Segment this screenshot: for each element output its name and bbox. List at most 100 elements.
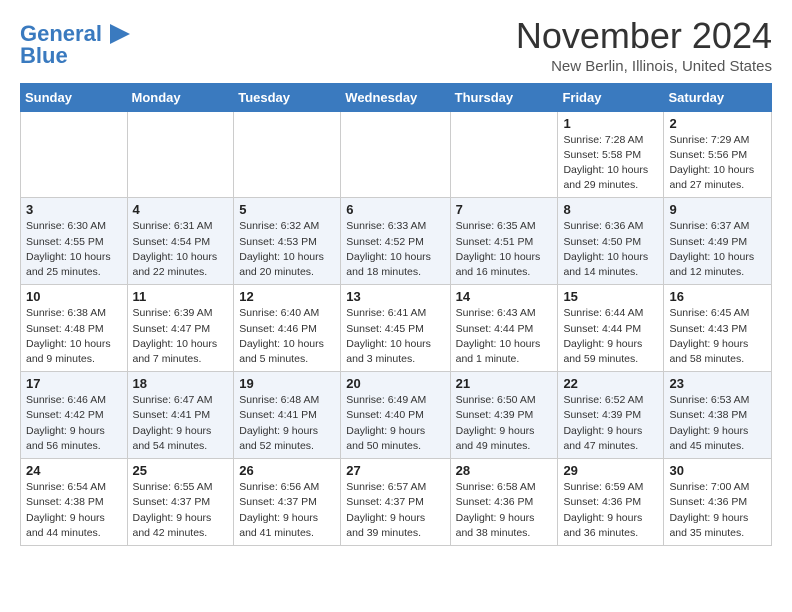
day-info: Sunrise: 7:28 AMSunset: 5:58 PMDaylight:… — [563, 133, 658, 194]
table-row: 8 Sunrise: 6:36 AMSunset: 4:50 PMDaylight… — [558, 198, 664, 285]
calendar-week-row: 10 Sunrise: 6:38 AMSunset: 4:48 PMDayligh… — [21, 285, 772, 372]
table-row: 26 Sunrise: 6:56 AMSunset: 4:37 PMDayligh… — [234, 459, 341, 546]
day-info: Sunrise: 6:38 AMSunset: 4:48 PMDaylight:… — [26, 306, 122, 367]
day-number: 14 — [456, 289, 553, 304]
day-info: Sunrise: 6:47 AMSunset: 4:41 PMDaylight:… — [133, 393, 229, 454]
day-info: Sunrise: 6:40 AMSunset: 4:46 PMDaylight:… — [239, 306, 335, 367]
day-number: 13 — [346, 289, 444, 304]
table-row: 10 Sunrise: 6:38 AMSunset: 4:48 PMDayligh… — [21, 285, 128, 372]
day-number: 7 — [456, 202, 553, 217]
day-info: Sunrise: 6:55 AMSunset: 4:37 PMDaylight:… — [133, 480, 229, 541]
day-info: Sunrise: 7:00 AMSunset: 4:36 PMDaylight:… — [669, 480, 766, 541]
calendar-week-row: 1 Sunrise: 7:28 AMSunset: 5:58 PMDaylight… — [21, 111, 772, 198]
day-info: Sunrise: 6:50 AMSunset: 4:39 PMDaylight:… — [456, 393, 553, 454]
table-row — [341, 111, 450, 198]
logo-icon — [106, 20, 134, 48]
month-title: November 2024 — [516, 16, 772, 56]
day-number: 3 — [26, 202, 122, 217]
table-row: 12 Sunrise: 6:40 AMSunset: 4:46 PMDayligh… — [234, 285, 341, 372]
day-info: Sunrise: 7:29 AMSunset: 5:56 PMDaylight:… — [669, 133, 766, 194]
day-number: 20 — [346, 376, 444, 391]
logo: General Blue — [20, 20, 134, 68]
table-row: 9 Sunrise: 6:37 AMSunset: 4:49 PMDaylight… — [664, 198, 772, 285]
day-info: Sunrise: 6:37 AMSunset: 4:49 PMDaylight:… — [669, 219, 766, 280]
day-number: 8 — [563, 202, 658, 217]
day-info: Sunrise: 6:59 AMSunset: 4:36 PMDaylight:… — [563, 480, 658, 541]
day-number: 27 — [346, 463, 444, 478]
weekday-header-row: Sunday Monday Tuesday Wednesday Thursday… — [21, 83, 772, 111]
day-info: Sunrise: 6:58 AMSunset: 4:36 PMDaylight:… — [456, 480, 553, 541]
calendar-page: General Blue November 2024 New Berlin, I… — [0, 0, 792, 562]
calendar-table: Sunday Monday Tuesday Wednesday Thursday… — [20, 83, 772, 546]
day-number: 9 — [669, 202, 766, 217]
header-friday: Friday — [558, 83, 664, 111]
day-number: 17 — [26, 376, 122, 391]
table-row: 4 Sunrise: 6:31 AMSunset: 4:54 PMDaylight… — [127, 198, 234, 285]
table-row — [127, 111, 234, 198]
day-info: Sunrise: 6:43 AMSunset: 4:44 PMDaylight:… — [456, 306, 553, 367]
table-row: 27 Sunrise: 6:57 AMSunset: 4:37 PMDayligh… — [341, 459, 450, 546]
day-number: 6 — [346, 202, 444, 217]
table-row: 25Sunrise: 6:55 AMSunset: 4:37 PMDayligh… — [127, 459, 234, 546]
header-thursday: Thursday — [450, 83, 558, 111]
table-row: 6 Sunrise: 6:33 AMSunset: 4:52 PMDaylight… — [341, 198, 450, 285]
header-wednesday: Wednesday — [341, 83, 450, 111]
day-info: Sunrise: 6:46 AMSunset: 4:42 PMDaylight:… — [26, 393, 122, 454]
table-row: 15Sunrise: 6:44 AMSunset: 4:44 PMDayligh… — [558, 285, 664, 372]
table-row: 19Sunrise: 6:48 AMSunset: 4:41 PMDayligh… — [234, 372, 341, 459]
day-info: Sunrise: 6:33 AMSunset: 4:52 PMDaylight:… — [346, 219, 444, 280]
table-row: 17 Sunrise: 6:46 AMSunset: 4:42 PMDayligh… — [21, 372, 128, 459]
day-number: 1 — [563, 116, 658, 131]
calendar-week-row: 24 Sunrise: 6:54 AMSunset: 4:38 PMDayligh… — [21, 459, 772, 546]
day-number: 24 — [26, 463, 122, 478]
table-row: 23Sunrise: 6:53 AMSunset: 4:38 PMDayligh… — [664, 372, 772, 459]
table-row: 11Sunrise: 6:39 AMSunset: 4:47 PMDayligh… — [127, 285, 234, 372]
day-info: Sunrise: 6:48 AMSunset: 4:41 PMDaylight:… — [239, 393, 335, 454]
header-sunday: Sunday — [21, 83, 128, 111]
day-info: Sunrise: 6:36 AMSunset: 4:50 PMDaylight:… — [563, 219, 658, 280]
table-row: 1 Sunrise: 7:28 AMSunset: 5:58 PMDaylight… — [558, 111, 664, 198]
day-number: 4 — [133, 202, 229, 217]
page-header: General Blue November 2024 New Berlin, I… — [20, 16, 772, 75]
table-row: 5 Sunrise: 6:32 AMSunset: 4:53 PMDaylight… — [234, 198, 341, 285]
table-row: 2Sunrise: 7:29 AMSunset: 5:56 PMDaylight… — [664, 111, 772, 198]
day-number: 26 — [239, 463, 335, 478]
logo-blue: Blue — [20, 44, 68, 68]
day-info: Sunrise: 6:57 AMSunset: 4:37 PMDaylight:… — [346, 480, 444, 541]
table-row — [234, 111, 341, 198]
day-number: 5 — [239, 202, 335, 217]
day-number: 30 — [669, 463, 766, 478]
day-number: 12 — [239, 289, 335, 304]
calendar-week-row: 3 Sunrise: 6:30 AMSunset: 4:55 PMDaylight… — [21, 198, 772, 285]
day-number: 28 — [456, 463, 553, 478]
day-number: 22 — [563, 376, 658, 391]
day-info: Sunrise: 6:54 AMSunset: 4:38 PMDaylight:… — [26, 480, 122, 541]
day-number: 23 — [669, 376, 766, 391]
table-row: 28 Sunrise: 6:58 AMSunset: 4:36 PMDayligh… — [450, 459, 558, 546]
table-row — [21, 111, 128, 198]
table-row: 18 Sunrise: 6:47 AMSunset: 4:41 PMDayligh… — [127, 372, 234, 459]
table-row: 24 Sunrise: 6:54 AMSunset: 4:38 PMDayligh… — [21, 459, 128, 546]
table-row: 22Sunrise: 6:52 AMSunset: 4:39 PMDayligh… — [558, 372, 664, 459]
table-row: 3 Sunrise: 6:30 AMSunset: 4:55 PMDaylight… — [21, 198, 128, 285]
title-block: November 2024 New Berlin, Illinois, Unit… — [516, 16, 772, 75]
day-info: Sunrise: 6:39 AMSunset: 4:47 PMDaylight:… — [133, 306, 229, 367]
table-row: 20 Sunrise: 6:49 AMSunset: 4:40 PMDayligh… — [341, 372, 450, 459]
table-row: 7Sunrise: 6:35 AMSunset: 4:51 PMDaylight… — [450, 198, 558, 285]
day-info: Sunrise: 6:32 AMSunset: 4:53 PMDaylight:… — [239, 219, 335, 280]
table-row: 29Sunrise: 6:59 AMSunset: 4:36 PMDayligh… — [558, 459, 664, 546]
day-info: Sunrise: 6:49 AMSunset: 4:40 PMDaylight:… — [346, 393, 444, 454]
day-number: 16 — [669, 289, 766, 304]
day-info: Sunrise: 6:30 AMSunset: 4:55 PMDaylight:… — [26, 219, 122, 280]
day-info: Sunrise: 6:56 AMSunset: 4:37 PMDaylight:… — [239, 480, 335, 541]
day-number: 18 — [133, 376, 229, 391]
header-tuesday: Tuesday — [234, 83, 341, 111]
table-row: 13Sunrise: 6:41 AMSunset: 4:45 PMDayligh… — [341, 285, 450, 372]
table-row: 21 Sunrise: 6:50 AMSunset: 4:39 PMDayligh… — [450, 372, 558, 459]
day-number: 15 — [563, 289, 658, 304]
day-number: 10 — [26, 289, 122, 304]
day-info: Sunrise: 6:45 AMSunset: 4:43 PMDaylight:… — [669, 306, 766, 367]
day-number: 21 — [456, 376, 553, 391]
header-saturday: Saturday — [664, 83, 772, 111]
day-info: Sunrise: 6:31 AMSunset: 4:54 PMDaylight:… — [133, 219, 229, 280]
